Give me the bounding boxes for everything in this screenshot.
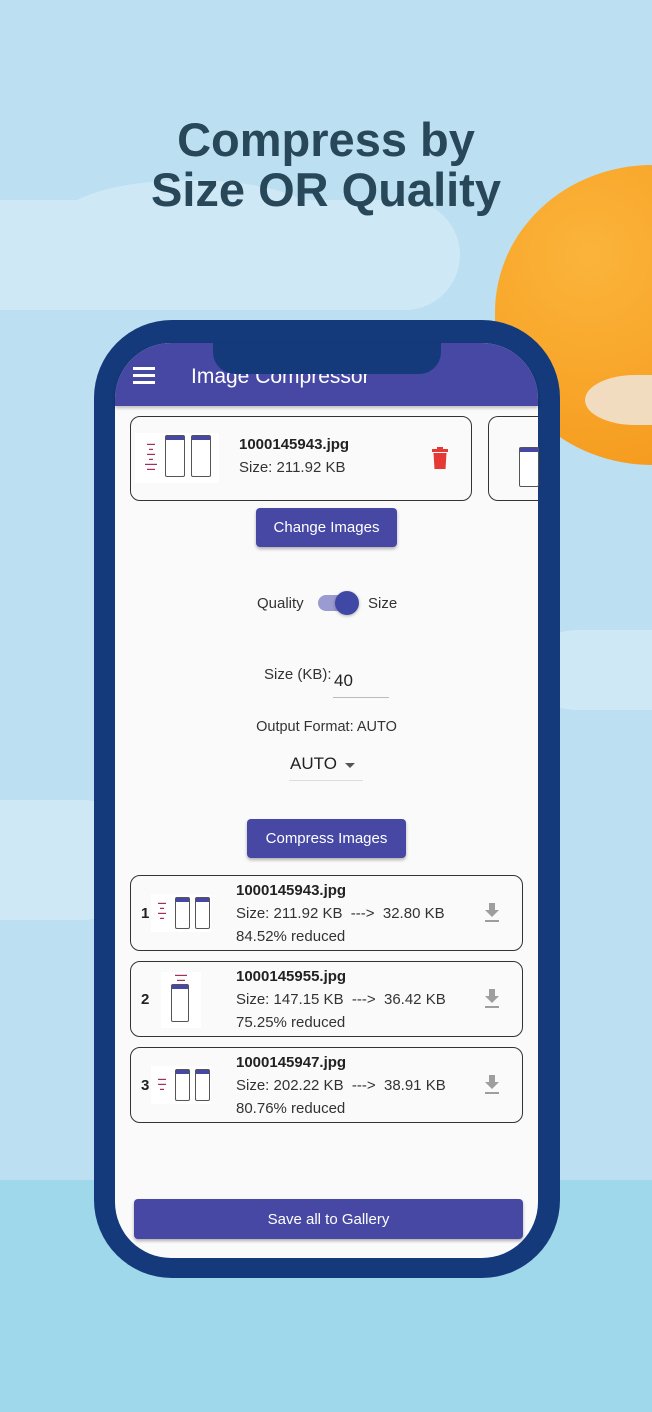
- dropdown-value: AUTO: [290, 754, 337, 773]
- result-row: 2 ▬▬▬ ▬▬ 1000145955.jpg Size: 147.15 KB -…: [130, 961, 523, 1037]
- download-icon[interactable]: [484, 903, 500, 923]
- dropdown-arrow-icon: [345, 763, 355, 768]
- result-size: Size: 147.15 KB ---> 36.42 KB: [236, 991, 446, 1008]
- size-label: Size: [368, 595, 398, 612]
- result-thumbnail: ▬▬ ▬ ▬▬ ▬: [151, 894, 211, 932]
- image-size: Size: 211.92 KB: [239, 459, 346, 476]
- save-all-button[interactable]: Save all to Gallery: [134, 1199, 523, 1239]
- delete-icon[interactable]: [431, 447, 449, 469]
- quality-label: Quality: [257, 595, 304, 612]
- result-thumbnail: ▬▬▬▬▬: [151, 1066, 211, 1104]
- result-index: 3: [141, 1077, 150, 1094]
- output-format-dropdown[interactable]: AUTO: [289, 747, 363, 781]
- compress-images-button[interactable]: Compress Images: [247, 819, 406, 858]
- result-size: Size: 211.92 KB ---> 32.80 KB: [236, 905, 445, 922]
- size-kb-input[interactable]: 40: [333, 663, 389, 698]
- headline-line-2: Size OR Quality: [151, 163, 501, 216]
- toggle-thumb[interactable]: [335, 591, 359, 615]
- headline-line-1: Compress by: [177, 113, 475, 166]
- image-thumbnail: ▬▬ ▬ ▬▬ ▬ ▬▬▬ ▬▬: [135, 433, 219, 483]
- phone-notch: [213, 343, 441, 374]
- size-kb-value: 40: [334, 671, 353, 690]
- output-format-label: Output Format: AUTO: [256, 719, 397, 735]
- result-name: 1000145955.jpg: [236, 968, 347, 985]
- result-size: Size: 202.22 KB ---> 38.91 KB: [236, 1077, 446, 1094]
- result-index: 1: [141, 905, 150, 922]
- result-row: 1 ▬▬ ▬ ▬▬ ▬ 1000145943.jpg Size: 211.92 KB …: [130, 875, 523, 951]
- result-name: 1000145943.jpg: [236, 882, 347, 899]
- result-reduced: 80.76% reduced: [236, 1100, 346, 1117]
- result-name: 1000145947.jpg: [236, 1054, 347, 1071]
- change-images-button[interactable]: Change Images: [256, 508, 397, 547]
- app-screen: Image Compressor ▬▬ ▬ ▬▬ ▬ ▬▬▬ ▬▬ 1000145943.…: [115, 343, 539, 1258]
- result-reduced: 84.52% reduced: [236, 928, 346, 945]
- mode-toggle[interactable]: [318, 591, 359, 615]
- result-thumbnail: ▬▬▬▬▬: [161, 972, 201, 1028]
- result-row: 3 ▬▬ ▬▬ ▬ 1000145947.jpg Size: 202.22 KB -…: [130, 1047, 523, 1123]
- result-reduced: 75.25% reduced: [236, 1014, 346, 1031]
- download-icon[interactable]: [484, 989, 500, 1009]
- selected-image-card[interactable]: [488, 416, 539, 501]
- download-icon[interactable]: [484, 1075, 500, 1095]
- selected-image-card[interactable]: ▬▬ ▬ ▬▬ ▬ ▬▬▬ ▬▬ 1000145943.jpg Size: 211.92 …: [130, 416, 472, 501]
- image-name: 1000145943.jpg: [239, 436, 350, 453]
- hamburger-menu-icon[interactable]: [133, 367, 155, 384]
- size-kb-label: Size (KB):: [264, 666, 332, 683]
- result-index: 2: [141, 991, 150, 1008]
